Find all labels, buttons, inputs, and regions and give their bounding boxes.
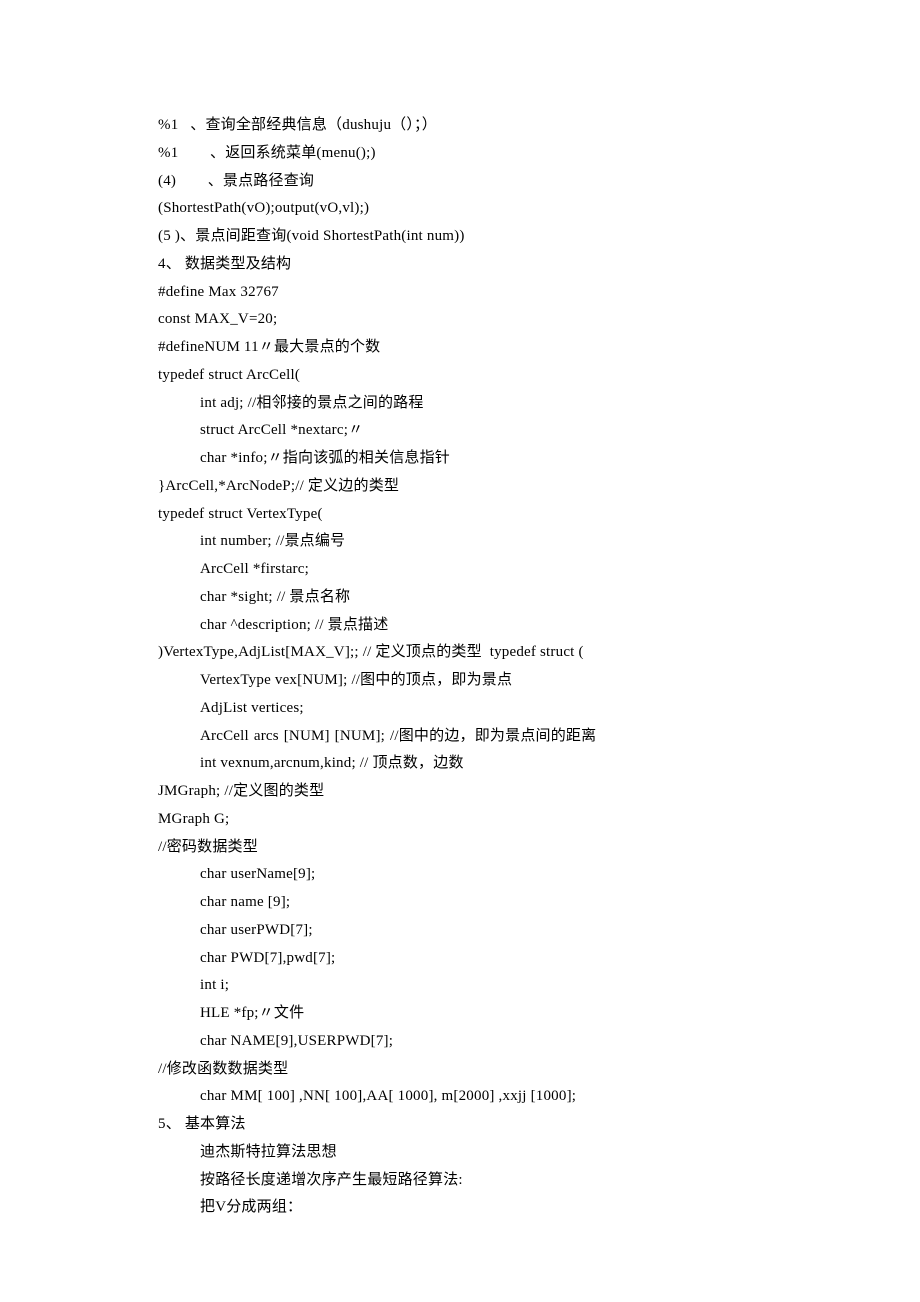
- code-line: typedef struct ArcCell(: [158, 362, 778, 390]
- code-line: 迪杰斯特拉算法思想: [158, 1139, 778, 1167]
- code-line: typedef struct VertexType(: [158, 501, 778, 529]
- code-line: //密码数据类型: [158, 834, 778, 862]
- document-page: %1 、查询全部经典信息（dushuju（）；）%1 、返回系统菜单(menu(…: [0, 0, 778, 1222]
- code-line: const MAX_V=20;: [158, 306, 778, 334]
- code-line: (5 )、景点间距查询(void ShortestPath(int num)): [158, 223, 778, 251]
- code-line: %1 、查询全部经典信息（dushuju（）；）: [158, 112, 778, 140]
- code-line: struct ArcCell *nextarc;〃: [158, 417, 778, 445]
- code-line: char name [9];: [158, 889, 778, 917]
- code-line: char *sight; // 景点名称: [158, 584, 778, 612]
- code-line: 4、 数据类型及结构: [158, 251, 778, 279]
- code-line: int adj; //相邻接的景点之间的路程: [158, 390, 778, 418]
- code-line: char ^description; // 景点描述: [158, 612, 778, 640]
- code-line: )VertexType,AdjList[MAX_V];; // 定义顶点的类型 …: [158, 639, 778, 667]
- code-line: 按路径长度递增次序产生最短路径算法:: [158, 1167, 778, 1195]
- code-line: (ShortestPath(vO);output(vO,vl);): [158, 195, 778, 223]
- code-line: #define Max 32767: [158, 279, 778, 307]
- code-line: AdjList vertices;: [158, 695, 778, 723]
- code-line: int vexnum,arcnum,kind; // 顶点数，边数: [158, 750, 778, 778]
- code-line: #defineNUM 11〃最大景点的个数: [158, 334, 778, 362]
- code-line: VertexType vex[NUM]; //图中的顶点，即为景点: [158, 667, 778, 695]
- code-line: char *info;〃指向该弧的相关信息指针: [158, 445, 778, 473]
- code-line: JMGraph; //定义图的类型: [158, 778, 778, 806]
- code-line: char userName[9];: [158, 861, 778, 889]
- code-line: char userPWD[7];: [158, 917, 778, 945]
- code-line: %1 、返回系统菜单(menu();): [158, 140, 778, 168]
- code-line: char PWD[7],pwd[7];: [158, 945, 778, 973]
- code-line: ArcCell arcs [NUM] [NUM]; //图中的边，即为景点间的距…: [158, 723, 778, 751]
- code-line: ArcCell *firstarc;: [158, 556, 778, 584]
- code-line: MGraph G;: [158, 806, 778, 834]
- code-line: }ArcCell,*ArcNodeP;// 定义边的类型: [158, 473, 778, 501]
- code-line: char NAME[9],USERPWD[7];: [158, 1028, 778, 1056]
- code-line: //修改函数数据类型: [158, 1056, 778, 1084]
- code-line: int i;: [158, 972, 778, 1000]
- code-line: char MM[ 100] ,NN[ 100],AA[ 1000], m[200…: [158, 1083, 778, 1111]
- code-line: (4) 、景点路径查询: [158, 168, 778, 196]
- code-line: 把V分成两组：: [158, 1194, 778, 1222]
- code-line: HLE *fp;〃文件: [158, 1000, 778, 1028]
- code-line: int number; //景点编号: [158, 528, 778, 556]
- code-line: 5、 基本算法: [158, 1111, 778, 1139]
